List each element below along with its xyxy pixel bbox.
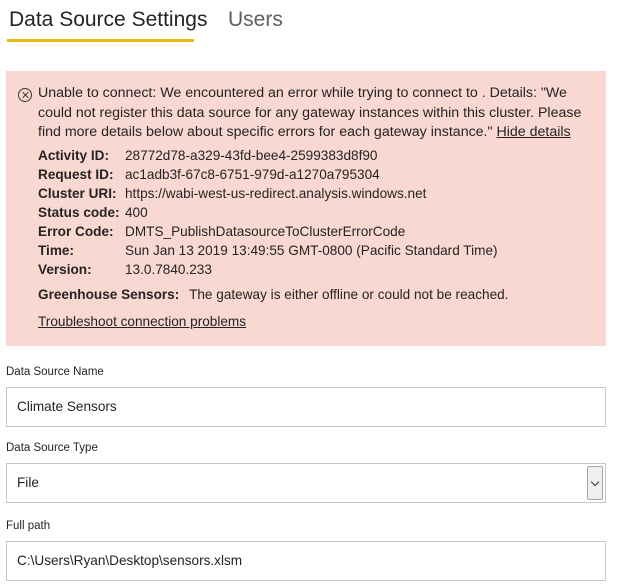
chevron-down-icon[interactable] — [587, 466, 603, 500]
hide-details-link[interactable]: Hide details — [497, 124, 571, 140]
tab-data-source-settings[interactable]: Data Source Settings — [9, 8, 207, 32]
error-circle-x-icon — [18, 88, 32, 102]
gateway-message: The gateway is either offline or could n… — [189, 287, 509, 302]
detail-value: DMTS_PublishDatasourceToClusterErrorCode — [125, 224, 406, 239]
tab-users[interactable]: Users — [228, 8, 283, 32]
detail-label: Request ID: — [38, 167, 114, 182]
data-source-name-input[interactable]: Climate Sensors — [6, 387, 606, 427]
detail-value: https://wabi-west-us-redirect.analysis.w… — [125, 186, 427, 201]
detail-label: Time: — [38, 243, 75, 258]
detail-value: 400 — [125, 205, 148, 220]
data-source-type-select[interactable]: File — [6, 463, 606, 503]
error-message: Unable to connect: We encountered an err… — [38, 84, 600, 143]
data-source-type-value: File — [17, 475, 39, 490]
data-source-settings-page: Data Source Settings Users Unable to con… — [0, 0, 631, 586]
detail-label: Error Code: — [38, 224, 114, 239]
tab-bar: Data Source Settings Users — [0, 0, 631, 46]
detail-value: Sun Jan 13 2019 13:49:55 GMT-0800 (Pacif… — [125, 243, 498, 258]
detail-value: ac1adb3f-67c8-6751-979d-a1270a795304 — [125, 167, 380, 182]
detail-label: Version: — [38, 262, 92, 277]
data-source-type-label: Data Source Type — [6, 442, 98, 454]
gateway-status: Greenhouse Sensors: The gateway is eithe… — [38, 287, 508, 302]
full-path-label: Full path — [6, 520, 51, 532]
detail-label: Cluster URI: — [38, 186, 117, 201]
full-path-input[interactable]: C:\Users\Ryan\Desktop\sensors.xlsm — [6, 541, 606, 581]
detail-label: Status code: — [38, 205, 120, 220]
detail-value: 13.0.7840.233 — [125, 262, 212, 277]
full-path-value: C:\Users\Ryan\Desktop\sensors.xlsm — [17, 553, 243, 568]
data-source-name-value: Climate Sensors — [17, 399, 117, 414]
error-panel: Unable to connect: We encountered an err… — [6, 71, 606, 346]
detail-label: Activity ID: — [38, 148, 110, 163]
detail-value: 28772d78-a329-43fd-bee4-2599383d8f90 — [125, 148, 378, 163]
gateway-name: Greenhouse Sensors: — [38, 287, 180, 302]
active-tab-indicator — [7, 39, 194, 42]
data-source-name-label: Data Source Name — [6, 366, 104, 378]
troubleshoot-link[interactable]: Troubleshoot connection problems — [38, 314, 246, 329]
